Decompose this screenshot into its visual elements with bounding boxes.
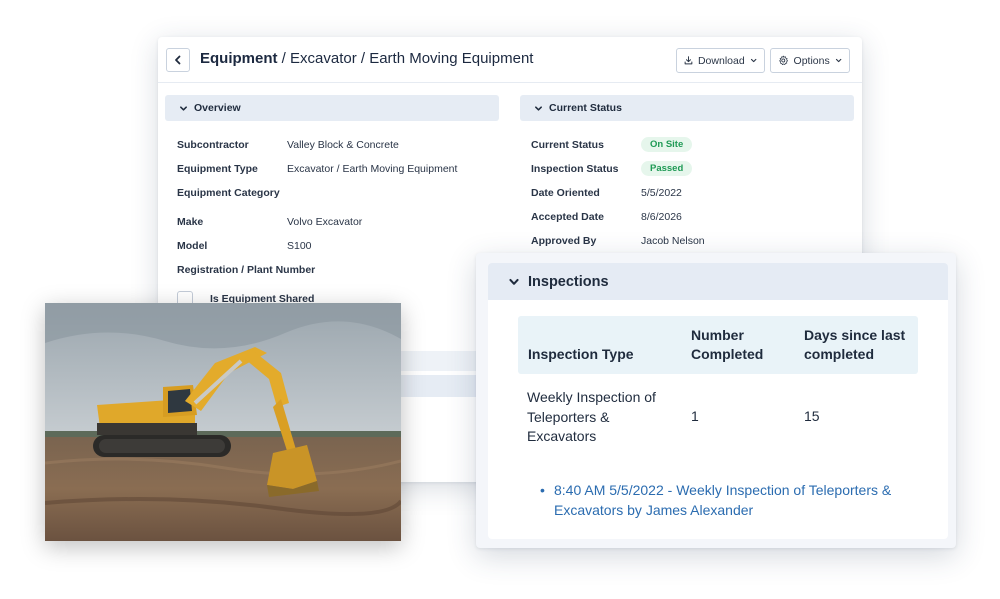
chevron-down-icon xyxy=(509,278,519,285)
chevron-left-icon xyxy=(175,55,181,65)
field-label: Current Status xyxy=(531,139,604,151)
column-header-days-since-last: Days since last completed xyxy=(804,327,906,362)
current-status-section-header[interactable]: Current Status xyxy=(520,95,854,121)
field-value: Excavator / Earth Moving Equipment xyxy=(287,163,458,175)
chevron-down-icon xyxy=(750,58,757,63)
field-label: Date Oriented xyxy=(531,187,600,199)
table-cell-number-completed: 1 xyxy=(691,408,699,424)
back-button[interactable] xyxy=(166,48,190,72)
download-label: Download xyxy=(697,54,745,67)
page-title-path: / Excavator / Earth Moving Equipment xyxy=(277,50,534,67)
field-label: Approved By xyxy=(531,235,597,247)
options-label: Options xyxy=(793,54,830,67)
inspection-record-link[interactable]: • 8:40 AM 5/5/2022 - Weekly Inspection o… xyxy=(540,480,924,520)
download-icon xyxy=(684,56,693,65)
inspections-title: Inspections xyxy=(528,273,609,290)
chevron-down-icon xyxy=(180,105,187,111)
excavator-photo xyxy=(45,303,401,541)
overview-title: Overview xyxy=(194,102,241,114)
field-value: 5/5/2022 xyxy=(641,187,682,199)
status-badge: Passed xyxy=(641,161,693,176)
field-value: Passed xyxy=(641,161,693,176)
field-value: Jacob Nelson xyxy=(641,235,705,247)
table-cell-days-since-last: 15 xyxy=(804,408,820,424)
page-title-main: Equipment xyxy=(200,50,278,67)
options-button[interactable]: Options xyxy=(770,48,850,73)
field-label: Equipment Category xyxy=(177,187,280,199)
current-status-title: Current Status xyxy=(549,102,622,114)
table-header: Inspection Type Number Completed Days si… xyxy=(518,316,918,374)
overview-section-header[interactable]: Overview xyxy=(165,95,499,121)
field-label: Registration / Plant Number xyxy=(177,264,316,276)
field-value: On Site xyxy=(641,137,693,152)
field-value: S100 xyxy=(287,240,312,252)
excavator-image xyxy=(45,303,401,541)
inspections-panel: Inspections Inspection Type Number Compl… xyxy=(488,263,948,539)
inspections-card: Inspections Inspection Type Number Compl… xyxy=(476,253,956,548)
field-label: Model xyxy=(177,240,208,252)
gear-icon xyxy=(779,55,788,66)
field-value: 8/6/2026 xyxy=(641,211,682,223)
field-value: Volvo Excavator xyxy=(287,216,363,228)
page-title: Equipment / Excavator / Earth Moving Equ… xyxy=(200,50,533,67)
chevron-down-icon xyxy=(835,58,842,63)
field-label: Accepted Date xyxy=(531,211,604,223)
field-label: Make xyxy=(177,216,204,228)
bullet-icon: • xyxy=(540,482,545,498)
field-label: Inspection Status xyxy=(531,163,619,175)
column-header-inspection-type: Inspection Type xyxy=(528,346,634,362)
inspection-record-text: 8:40 AM 5/5/2022 - Weekly Inspection of … xyxy=(554,482,892,518)
field-value: Valley Block & Concrete xyxy=(287,139,399,151)
status-badge: On Site xyxy=(641,137,693,152)
inspections-section-header[interactable]: Inspections xyxy=(488,263,948,300)
download-button[interactable]: Download xyxy=(676,48,765,73)
field-label: Equipment Type xyxy=(177,163,258,175)
header-bar: Equipment / Excavator / Earth Moving Equ… xyxy=(158,37,862,83)
table-cell-inspection-type: Weekly Inspection of Teleporters & Excav… xyxy=(527,389,656,444)
chevron-down-icon xyxy=(535,105,542,111)
field-label: Subcontractor xyxy=(177,139,249,151)
column-header-number-completed: Number Completed xyxy=(691,327,764,362)
